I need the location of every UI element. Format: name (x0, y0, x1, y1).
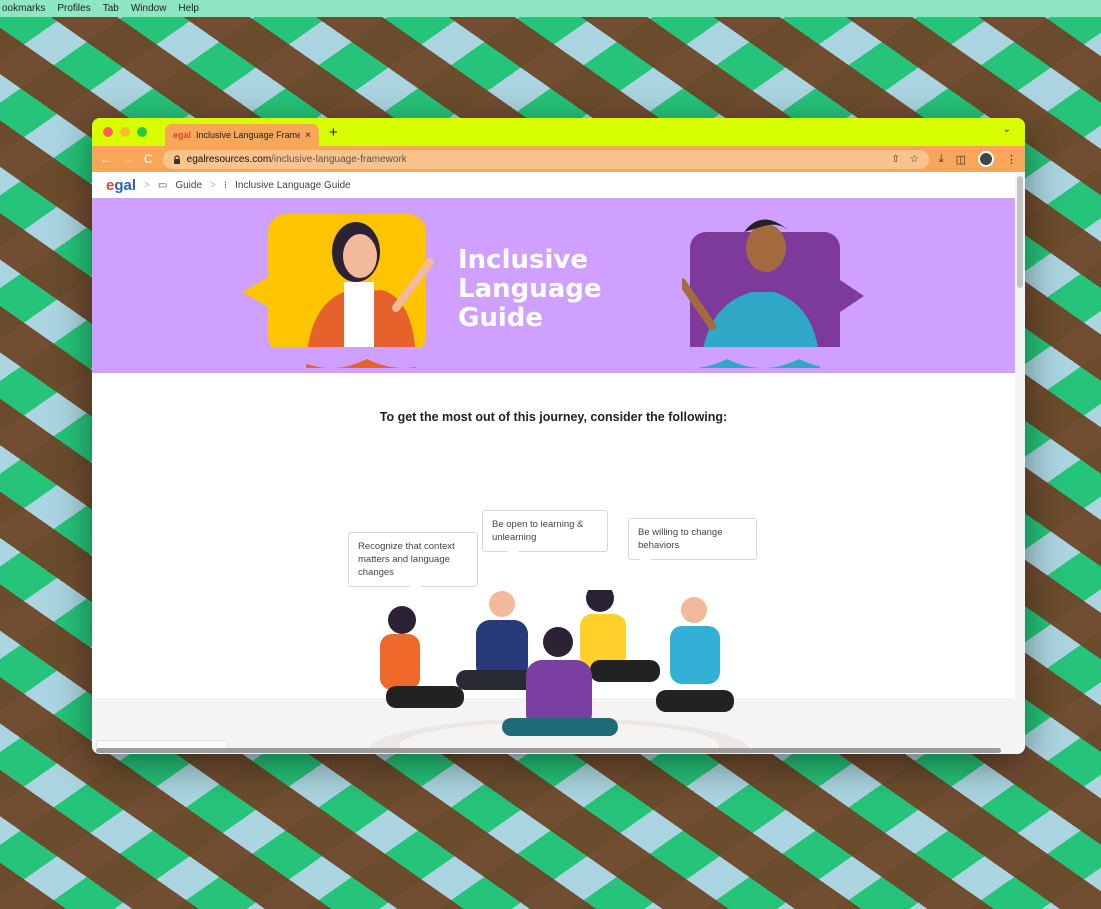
group-discussion-illustration (369, 590, 749, 754)
breadcrumb: egal > ▭ Guide > ⁝ Inclusive Language Gu… (92, 172, 1025, 198)
close-window-button[interactable] (103, 127, 113, 137)
os-menubar: ookmarks Profiles Tab Window Help (0, 0, 1101, 17)
vertical-scroll-thumb[interactable] (1017, 176, 1023, 288)
menu-help[interactable]: Help (178, 3, 199, 14)
breadcrumb-separator: > (144, 179, 150, 191)
breadcrumb-current[interactable]: Inclusive Language Guide (235, 180, 351, 191)
breadcrumb-guide[interactable]: Guide (175, 180, 202, 191)
browser-tab[interactable]: egal Inclusive Language Framewor × (165, 124, 319, 146)
new-tab-button[interactable]: + (329, 124, 338, 141)
tab-search-chevron-icon[interactable]: ⌄ (1003, 124, 1011, 135)
forward-button[interactable]: → (122, 152, 134, 166)
page-viewport: egal > ▭ Guide > ⁝ Inclusive Language Gu… (92, 172, 1025, 754)
profile-avatar[interactable] (978, 151, 994, 167)
tip-bubble-context: Recognize that context matters and langu… (348, 532, 478, 594)
speech-bubble-tail (840, 280, 864, 312)
tip-bubble-behaviors: Be willing to change behaviors (628, 518, 757, 567)
page-title: Inclusive Language Guide (458, 245, 602, 333)
menu-tab[interactable]: Tab (103, 3, 119, 14)
tab-close-icon[interactable]: × (305, 130, 311, 141)
browser-window: egal Inclusive Language Framewor × + ⌄ ←… (92, 118, 1025, 754)
speech-bubble-tail (242, 276, 270, 308)
kebab-menu-icon[interactable]: ⋮ (1006, 153, 1017, 166)
horizontal-scrollbar[interactable] (92, 746, 1015, 754)
breadcrumb-separator: > (210, 179, 216, 191)
bookmark-star-icon[interactable]: ☆ (910, 154, 919, 165)
intro-heading: To get the most out of this journey, con… (379, 410, 728, 424)
egal-favicon-icon: egal (173, 130, 192, 140)
egal-logo[interactable]: egal (106, 177, 136, 194)
share-icon[interactable]: ⇧ (891, 154, 899, 165)
man-gesturing-illustration (682, 219, 820, 368)
reload-button[interactable]: C (144, 152, 153, 166)
tab-title: Inclusive Language Framewor (196, 130, 301, 140)
url-path: /inclusive-language-framework (271, 153, 407, 165)
side-panel-icon[interactable]: ◫ (956, 153, 966, 166)
lock-icon (173, 154, 180, 164)
menu-window[interactable]: Window (131, 3, 167, 14)
minimize-window-button[interactable] (120, 127, 130, 137)
back-button[interactable]: ← (100, 152, 112, 166)
window-controls (92, 127, 147, 137)
woman-pointing-illustration (306, 222, 434, 368)
vertical-scrollbar[interactable] (1015, 172, 1025, 754)
menu-profiles[interactable]: Profiles (57, 3, 90, 14)
browser-toolbar: ← → C egalresources.com/inclusive-langua… (92, 146, 1025, 172)
url-host: egalresources.com (186, 153, 272, 165)
tip-bubble-learning: Be open to learning & unlearning (482, 510, 608, 559)
scalloped-edge-divider (92, 347, 1015, 368)
page-tree-icon: ⁝ (223, 179, 228, 191)
tab-bar: egal Inclusive Language Framewor × + ⌄ (92, 118, 1025, 146)
zoom-window-button[interactable] (137, 127, 147, 137)
address-bar[interactable]: egalresources.com/inclusive-language-fra… (162, 149, 929, 169)
menu-bookmarks[interactable]: ookmarks (2, 3, 45, 14)
guide-book-icon: ▭ (157, 179, 168, 191)
download-icon[interactable]: ⤓ (939, 153, 944, 166)
horizontal-scroll-thumb[interactable] (96, 748, 1001, 753)
